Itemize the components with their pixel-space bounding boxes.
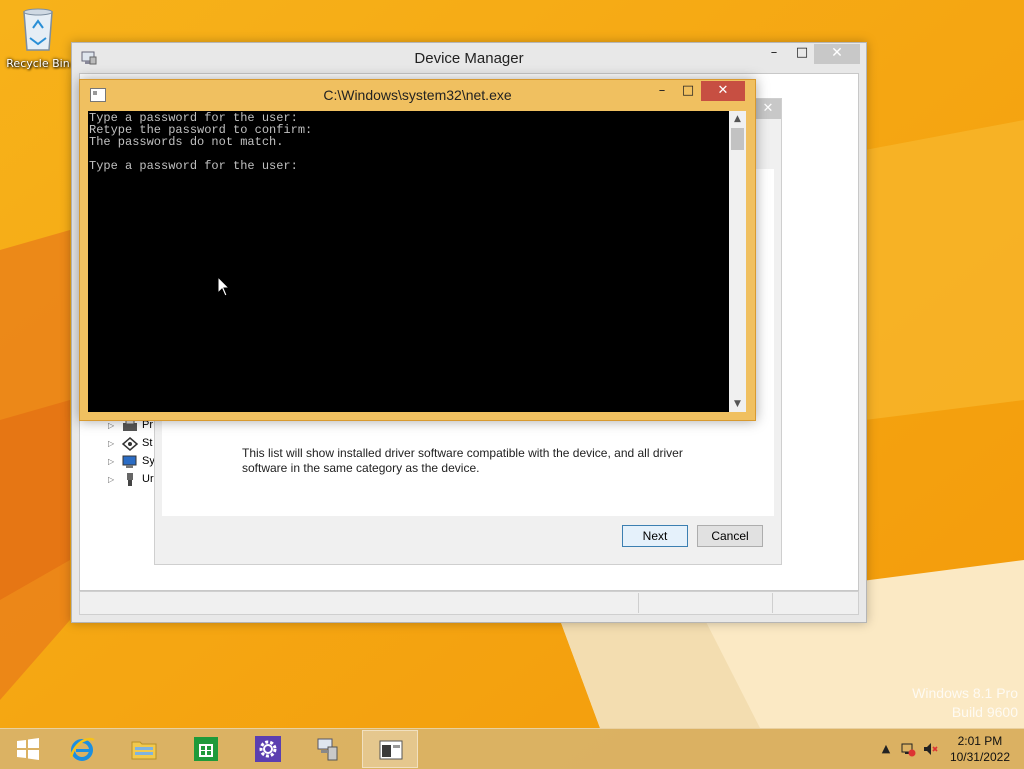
device-manager-titlebar[interactable]: Device Manager – □ ✕: [72, 43, 866, 73]
device-manager-title: Device Manager: [414, 50, 524, 67]
expand-arrow-icon[interactable]: ▷: [108, 421, 114, 430]
volume-muted-icon[interactable]: [922, 741, 938, 757]
taskbar-file-explorer[interactable]: [116, 730, 172, 768]
printer-icon: [123, 419, 137, 431]
clock-time: 2:01 PM: [957, 734, 1003, 748]
next-button[interactable]: Next: [622, 525, 688, 547]
close-button[interactable]: ✕: [814, 44, 860, 64]
watermark-edition: Windows 8.1 Pro: [912, 685, 1018, 701]
recycle-bin-label: Recycle Bin: [6, 57, 70, 70]
taskbar-store[interactable]: [178, 730, 234, 768]
storage-icon: [122, 437, 138, 451]
cmd-maximize-button[interactable]: □: [674, 81, 702, 101]
clock-date: 10/31/2022: [949, 750, 1010, 764]
show-hidden-icons-icon[interactable]: ▲: [878, 741, 894, 757]
console-scrollbar[interactable]: ▲ ▼: [729, 111, 746, 412]
status-divider: [638, 593, 639, 613]
wizard-close-button[interactable]: ✕: [755, 99, 781, 119]
mouse-cursor-icon: [217, 276, 231, 297]
windows-watermark: Windows 8.1 Pro Build 9600: [912, 684, 1018, 722]
recycle-bin[interactable]: Recycle Bin: [6, 6, 70, 70]
taskbar-command-prompt[interactable]: [362, 730, 418, 768]
cancel-button[interactable]: Cancel: [697, 525, 763, 547]
watermark-build: Build 9600: [951, 704, 1018, 720]
taskbar: ▲ 2:01 PM 10/31/2022: [0, 728, 1024, 769]
windows-logo-icon: [17, 738, 39, 760]
network-icon[interactable]: [900, 741, 916, 757]
expand-arrow-icon[interactable]: ▷: [108, 439, 114, 448]
wizard-description: This list will show installed driver sof…: [242, 446, 683, 475]
command-prompt-window[interactable]: C:\Windows\system32\net.exe – □ ✕ Type a…: [79, 79, 756, 421]
cmd-minimize-button[interactable]: –: [648, 81, 676, 101]
console-output[interactable]: Type a password for the user: Retype the…: [88, 111, 729, 412]
taskbar-device-manager[interactable]: [300, 730, 356, 768]
expand-arrow-icon[interactable]: ▷: [108, 475, 114, 484]
start-button[interactable]: [0, 730, 56, 768]
taskbar-settings[interactable]: [240, 730, 296, 768]
maximize-button[interactable]: □: [788, 44, 816, 64]
recycle-bin-icon: [23, 8, 53, 51]
usb-icon: [127, 473, 133, 486]
tree-item-label: Sy: [142, 455, 155, 467]
status-divider: [772, 593, 773, 613]
cmd-icon: [379, 740, 403, 760]
tree-item-label: Ur: [142, 473, 154, 485]
expand-arrow-icon[interactable]: ▷: [108, 457, 114, 466]
system-tray: ▲ 2:01 PM 10/31/2022: [864, 729, 1024, 769]
command-prompt-titlebar[interactable]: C:\Windows\system32\net.exe – □ ✕: [80, 80, 755, 110]
scroll-up-icon[interactable]: ▲: [729, 111, 746, 127]
store-icon: [194, 737, 218, 761]
cmd-close-button[interactable]: ✕: [701, 81, 745, 101]
minimize-button[interactable]: –: [760, 44, 788, 64]
console-text: Type a password for the user: Retype the…: [89, 111, 313, 173]
system-icon: [122, 455, 137, 468]
gear-icon: [255, 736, 281, 762]
status-bar: [79, 591, 859, 615]
device-manager-icon: [317, 738, 338, 761]
scroll-thumb[interactable]: [731, 128, 744, 150]
tree-item-label: St: [142, 437, 153, 449]
scroll-down-icon[interactable]: ▼: [729, 396, 746, 412]
ie-icon: [69, 737, 95, 761]
taskbar-clock[interactable]: 2:01 PM 10/31/2022: [950, 733, 1010, 765]
folder-icon: [131, 741, 157, 760]
taskbar-ie[interactable]: [54, 730, 110, 768]
